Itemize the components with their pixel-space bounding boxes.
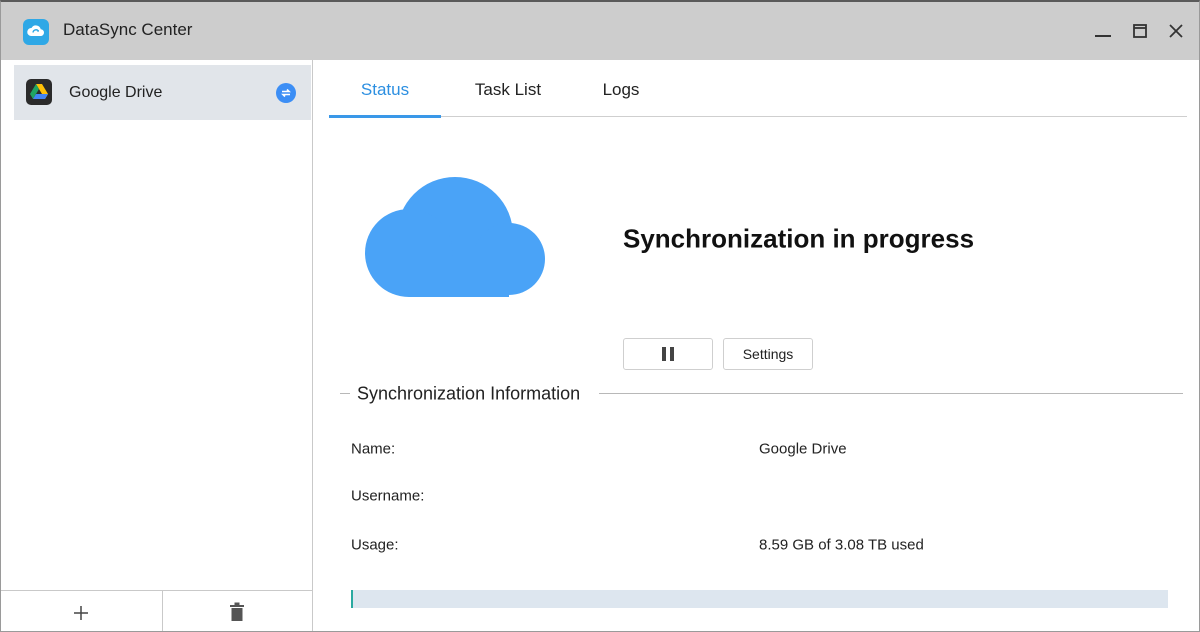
section-divider: [340, 393, 350, 394]
close-icon: [1169, 24, 1183, 38]
window-title: DataSync Center: [63, 20, 193, 39]
section-divider: [599, 393, 1183, 394]
tab-task-list[interactable]: Task List: [463, 60, 553, 117]
section-title: Synchronization Information: [357, 383, 581, 404]
settings-button-label: Settings: [742, 346, 794, 362]
tab-status[interactable]: Status: [329, 60, 441, 118]
sidebar-footer: [1, 590, 313, 631]
close-button[interactable]: [1165, 20, 1187, 42]
tab-logs[interactable]: Logs: [589, 60, 653, 117]
title-bar: DataSync Center: [1, 2, 1199, 60]
name-label: Name:: [351, 440, 396, 458]
usage-value: 8.59 GB of 3.08 TB used: [759, 536, 924, 554]
add-connection-button[interactable]: [1, 591, 162, 631]
minimize-button[interactable]: [1092, 20, 1114, 42]
active-tab-indicator: [329, 115, 441, 118]
pause-icon: [662, 347, 674, 361]
sync-status-heading: Synchronization in progress: [623, 223, 975, 254]
app-window: DataSync Center Google Drive Status Task…: [0, 0, 1200, 632]
google-drive-icon: [26, 79, 52, 105]
minimize-icon: [1095, 35, 1111, 37]
username-label: Username:: [351, 487, 425, 505]
name-value: Google Drive: [759, 440, 847, 458]
maximize-icon: [1133, 24, 1147, 38]
cloud-icon: [365, 177, 545, 297]
sidebar-item-label: Google Drive: [69, 84, 163, 101]
sidebar: Google Drive: [1, 60, 313, 631]
tab-label: Status: [360, 80, 410, 99]
tab-label: Logs: [602, 80, 640, 99]
usage-progress-bar: [351, 590, 1168, 608]
tab-bar: Status Task List Logs: [329, 60, 1187, 118]
pause-button[interactable]: [623, 338, 713, 370]
delete-connection-button[interactable]: [163, 591, 313, 631]
sidebar-item-google-drive[interactable]: Google Drive: [14, 65, 311, 120]
trash-icon: [230, 602, 244, 621]
sync-status-icon: [276, 83, 296, 103]
tab-label: Task List: [474, 80, 542, 99]
settings-button[interactable]: Settings: [723, 338, 813, 370]
usage-label: Usage:: [351, 536, 399, 554]
usage-progress-fill: [351, 590, 354, 608]
sync-cloud-icon: [23, 19, 49, 45]
maximize-button[interactable]: [1129, 20, 1151, 42]
plus-icon: [74, 606, 88, 620]
